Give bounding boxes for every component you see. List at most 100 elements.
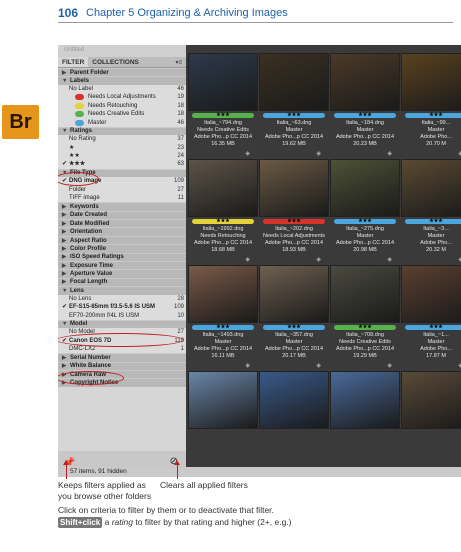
- filter-criterion[interactable]: TIFF image 11: [58, 193, 186, 203]
- filter-section-header[interactable]: ▶ Aperture Value: [58, 269, 186, 278]
- filter-section-header[interactable]: ▶ Exposure Time: [58, 260, 186, 270]
- thumbnail-cell[interactable]: [257, 371, 331, 477]
- filter-section-header[interactable]: ▼ Ratings: [58, 126, 186, 136]
- thumbnail-size: 16.35 MB: [211, 141, 235, 147]
- filter-criterion[interactable]: EF70-200mm f/4L IS USM 10: [58, 311, 186, 320]
- thumbnail-cell[interactable]: ★★★ Italia_~708.dng Needs Creative Edits Ad…: [328, 265, 402, 371]
- thumbnail-image[interactable]: [330, 371, 400, 429]
- thumbnail-image[interactable]: [259, 371, 329, 429]
- filter-section-header[interactable]: ▶ Color Profile: [58, 244, 186, 253]
- filter-criterion[interactable]: Needs Local Adjustments 19: [58, 93, 186, 102]
- filter-section-header[interactable]: ▶ Serial Number: [58, 353, 186, 362]
- thumbnail-cell[interactable]: [328, 371, 402, 477]
- thumbnail-cell[interactable]: ★★★ Italia_~202.dng Needs Local Adjustment…: [257, 159, 331, 265]
- triangle-right-icon[interactable]: ▶: [62, 262, 70, 270]
- thumbnail-image[interactable]: [259, 265, 329, 323]
- filter-section-header[interactable]: ▼ Model: [58, 319, 186, 329]
- triangle-down-icon[interactable]: ▼: [62, 169, 70, 177]
- filter-section-header[interactable]: ▶ White Balance: [58, 361, 186, 371]
- triangle-right-icon[interactable]: ▶: [62, 371, 70, 379]
- thumbnail-image[interactable]: [259, 159, 329, 217]
- thumbnail-name: Italia_~708.dng: [346, 332, 384, 338]
- triangle-down-icon[interactable]: ▼: [62, 127, 70, 135]
- thumbnail-image[interactable]: [401, 371, 461, 429]
- panel-menu-icon[interactable]: ▾≡: [171, 57, 186, 67]
- thumbnail-cell[interactable]: [186, 371, 260, 477]
- triangle-down-icon[interactable]: ▼: [62, 287, 70, 295]
- thumbnail-cell[interactable]: ★★★ Italia_~357.dng Master Adobe Pho...p CC…: [257, 265, 331, 371]
- filter-criterion[interactable]: No Rating 37: [58, 135, 186, 144]
- filter-criterion[interactable]: ★★ 24: [58, 151, 186, 161]
- triangle-right-icon[interactable]: ▶: [62, 362, 70, 370]
- filter-criterion[interactable]: No Lens 28: [58, 294, 186, 303]
- filter-criterion[interactable]: Master 46: [58, 118, 186, 127]
- filter-section-header[interactable]: ▶ Date Created: [58, 210, 186, 220]
- thumbnail-image[interactable]: [401, 53, 461, 111]
- thumbnail-app: Adobe Pho...: [420, 134, 452, 140]
- thumbnail-image[interactable]: [330, 53, 400, 111]
- thumbnail-cell[interactable]: [399, 371, 461, 477]
- thumbnail-image[interactable]: [259, 53, 329, 111]
- thumbnail-cell[interactable]: ★★★ Italia_~63.dng Master Adobe Pho...p CC …: [257, 53, 331, 159]
- triangle-down-icon[interactable]: ▼: [62, 77, 70, 85]
- thumbnail-image[interactable]: [401, 159, 461, 217]
- thumbnail-cell[interactable]: ★★★ Italia_~3... Master Adobe Pho... 20.32 M…: [399, 159, 461, 265]
- tab-filter[interactable]: FILTER: [58, 57, 89, 67]
- triangle-right-icon[interactable]: ▶: [62, 69, 70, 77]
- triangle-right-icon[interactable]: ▶: [62, 278, 70, 286]
- filter-section-header[interactable]: ▶ Keywords: [58, 202, 186, 211]
- filter-section-header[interactable]: ▶ Focal Length: [58, 277, 186, 287]
- filter-criterion[interactable]: No Label 46: [58, 84, 186, 94]
- filter-criterion[interactable]: Needs Creative Edits 18: [58, 109, 186, 119]
- filter-label: Date Created: [70, 212, 108, 219]
- triangle-right-icon[interactable]: ▶: [62, 270, 70, 278]
- triangle-right-icon[interactable]: ▶: [62, 253, 70, 261]
- thumbnail-image[interactable]: [401, 265, 461, 323]
- triangle-right-icon[interactable]: ▶: [62, 203, 70, 211]
- thumbnail-image[interactable]: [188, 159, 258, 217]
- thumbnail-cell[interactable]: ★★★ Italia_~184.dng Master Adobe Pho...p CC…: [328, 53, 402, 159]
- filter-section-header[interactable]: ▶ ISO Speed Ratings: [58, 252, 186, 261]
- filter-criterion[interactable]: ✔ ★★★ 63: [58, 160, 186, 169]
- filter-criterion[interactable]: DMC-LX2 1: [58, 344, 186, 354]
- filter-section-header[interactable]: ▶ Copyright Notice: [58, 378, 186, 387]
- thumbnail-cell[interactable]: ★★★ Italia_~1992.dng Needs Retouching Adobe…: [186, 159, 260, 265]
- filter-criterion[interactable]: Folder 27: [58, 185, 186, 194]
- filter-criterion[interactable]: ★ 23: [58, 143, 186, 152]
- filter-section-header[interactable]: ▶ Date Modified: [58, 219, 186, 228]
- filter-criterion[interactable]: ✔ DNG image 109: [58, 177, 186, 186]
- triangle-right-icon[interactable]: ▶: [62, 211, 70, 219]
- triangle-right-icon[interactable]: ▶: [62, 237, 70, 245]
- triangle-right-icon[interactable]: ▶: [62, 220, 70, 228]
- filter-section-header[interactable]: ▶ Parent Folder: [58, 68, 186, 77]
- thumbnail-image[interactable]: [330, 159, 400, 217]
- filter-section-header[interactable]: ▼ File Type: [58, 168, 186, 178]
- triangle-right-icon[interactable]: ▶: [62, 379, 70, 387]
- thumbnail-cell[interactable]: ★★★ Italia_~1... Master Adobe Pho... 17.87 M…: [399, 265, 461, 371]
- filter-section-header[interactable]: ▶ Aspect Ratio: [58, 235, 186, 245]
- thumbnail-image[interactable]: [330, 265, 400, 323]
- thumbnail-cell[interactable]: ★★★ Italia_~1493.dng Master Adobe Pho...p C…: [186, 265, 260, 371]
- triangle-right-icon[interactable]: ▶: [62, 354, 70, 362]
- filter-section-header[interactable]: ▼ Lens: [58, 286, 186, 295]
- filter-section-header[interactable]: ▶ Orientation: [58, 227, 186, 236]
- tab-collections[interactable]: COLLECTIONS: [88, 57, 143, 67]
- thumbnail-cell[interactable]: ★★★ Italia_~99... Master Adobe Pho... 20.70 …: [399, 53, 461, 159]
- triangle-down-icon[interactable]: ▼: [62, 320, 70, 328]
- filter-criterion[interactable]: ✔ EF-S15-85mm f/3.5-5.6 IS USM 109: [58, 302, 186, 312]
- thumbnail-image[interactable]: [188, 53, 258, 111]
- triangle-right-icon[interactable]: ▶: [62, 228, 70, 236]
- thumbnail-size: 16.11 MB: [211, 353, 235, 359]
- triangle-right-icon[interactable]: ▶: [62, 245, 70, 253]
- filter-criterion[interactable]: No Model 27: [58, 328, 186, 337]
- rating-label-bar: ★★★: [192, 325, 254, 330]
- thumbnail-cell[interactable]: ★★★ Italia_~794.dng Needs Creative Edits Ad…: [186, 53, 260, 159]
- filter-criterion[interactable]: Needs Retouching 18: [58, 101, 186, 110]
- thumbnail-image[interactable]: [188, 265, 258, 323]
- filter-criterion[interactable]: ✔ Canon EOS 7D 119: [58, 336, 186, 345]
- filter-section-header[interactable]: ▼ Labels: [58, 76, 186, 85]
- thumbnail-image[interactable]: [188, 371, 258, 429]
- filter-section-header[interactable]: ▶ Camera Raw: [58, 370, 186, 379]
- thumbnail-cell[interactable]: ★★★ Italia_~275.dng Master Adobe Pho...p CC…: [328, 159, 402, 265]
- checkmark-icon: ✔: [62, 178, 68, 185]
